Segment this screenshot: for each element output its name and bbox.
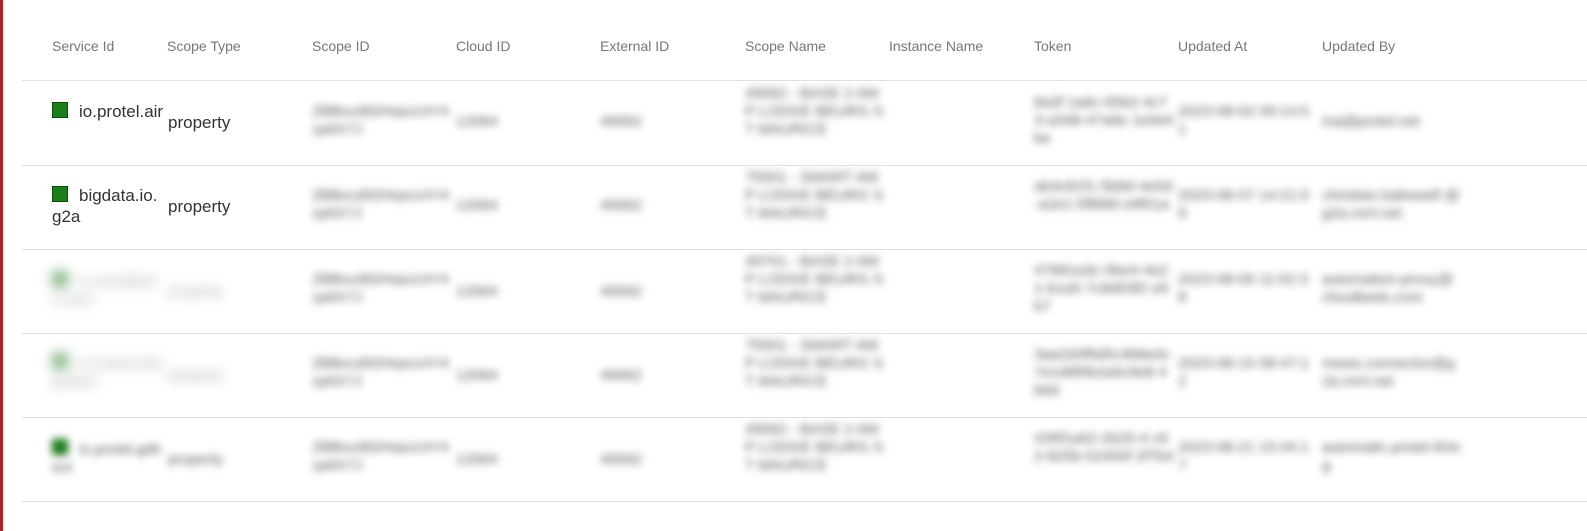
header-updated-at[interactable]: Updated At bbox=[1178, 38, 1247, 54]
updated-by-cell: mews.connector@g2a.mrrl.net bbox=[1322, 355, 1455, 390]
external-id-cell: 49062 bbox=[600, 451, 642, 468]
token-cell: 8a3f 1a6c-65b2-4c73-a348-47a6e 1e0e9be bbox=[1034, 94, 1174, 147]
updated-by-cell: ina@protel.net bbox=[1322, 113, 1420, 130]
updated-by-cell: christian.bakewell @g2a.mrrl.net bbox=[1322, 187, 1460, 222]
status-indicator bbox=[52, 102, 68, 118]
header-updated-by[interactable]: Updated By bbox=[1322, 38, 1395, 54]
cloud-id-cell: 12064 bbox=[456, 197, 498, 214]
table-header: Service Id Scope Type Scope ID Cloud ID … bbox=[22, 0, 1587, 81]
left-accent-rule bbox=[0, 0, 3, 531]
service-id-cell: bigdata.io.g2a bbox=[52, 186, 158, 226]
scope-id-cell: ZBBxcd92Hrpo14Y4zp6X7J bbox=[312, 271, 449, 306]
token-cell: 47681a3c-0be4-4e2 1-b1a5-7c8d03f2 e9b7 bbox=[1034, 262, 1169, 315]
scope-name-cell: 49062 - BASE 2 AMP LODGE BEURG ST MAURIC… bbox=[745, 85, 884, 138]
updated-at-cell: 2023-08-15 08:47:12 bbox=[1178, 355, 1309, 390]
table-row[interactable]: bigdata.io.g2a property ZBBxcd92Hrpo14Y4… bbox=[22, 165, 1587, 250]
table-row[interactable]: io.mews.integration property ZBBxcd92Hrp… bbox=[22, 333, 1587, 418]
cloud-id-cell: 12064 bbox=[456, 283, 498, 300]
scope-type-cell: property bbox=[168, 451, 224, 468]
header-instance-name[interactable]: Instance Name bbox=[889, 38, 983, 54]
scope-type-cell: property bbox=[168, 113, 231, 132]
scope-name-cell: 75501 - SMART AMP LODGE BEURG ST MAURICE bbox=[745, 169, 884, 222]
scope-id-cell: ZBBxcd92Hrpo14Y4zp6X7J bbox=[312, 355, 449, 390]
header-cloud-id[interactable]: Cloud ID bbox=[456, 38, 510, 54]
service-id-cell: io.protel.air bbox=[52, 101, 164, 122]
status-indicator bbox=[52, 186, 68, 202]
table-row[interactable]: io.protel.gdirect property ZBBxcd92Hrpo1… bbox=[22, 417, 1587, 502]
table-row[interactable]: io.cloudbeds.sync property ZBBxcd92Hrpo1… bbox=[22, 249, 1587, 334]
updated-at-cell: 2023-08-02 09:14:51 bbox=[1178, 103, 1309, 138]
scope-id-cell: ZBBxcd92Hrpo14Y4zp6X7J bbox=[312, 103, 449, 138]
token-cell: ab4c81f1-5b8d-4e5d-a2e1-5f86fd e9f01a bbox=[1034, 178, 1173, 213]
external-id-cell: 49062 bbox=[600, 283, 642, 300]
scope-type-cell: property bbox=[168, 197, 231, 216]
updated-at-cell: 2023-08-09 11:02:38 bbox=[1178, 271, 1308, 306]
scope-type-cell: property bbox=[168, 283, 224, 300]
external-id-cell: 49062 bbox=[600, 113, 642, 130]
status-indicator bbox=[52, 439, 68, 455]
header-scope-type[interactable]: Scope Type bbox=[167, 38, 241, 54]
token-cell: 439f1a62-2b25-4 c62-825b-52450f 2f7b4 bbox=[1034, 430, 1174, 465]
cloud-id-cell: 12064 bbox=[456, 113, 498, 130]
token-cell: 3aa1b0f6d5c4b8a3c7e1d6f0b2a5c9e8 4b6d bbox=[1034, 346, 1170, 399]
cloud-id-cell: 12064 bbox=[456, 451, 498, 468]
status-indicator bbox=[52, 271, 68, 287]
status-indicator bbox=[52, 353, 68, 369]
scope-type-cell: property bbox=[168, 367, 224, 384]
service-id-cell: io.mews.integration bbox=[52, 353, 163, 390]
scope-name-cell: 49701 - BASE 2 AMP LODGE BEURG ST MAURIC… bbox=[745, 253, 884, 306]
updated-at-cell: 2023-08-07 14:21:09 bbox=[1178, 187, 1309, 222]
external-id-cell: 49062 bbox=[600, 367, 642, 384]
header-service-id[interactable]: Service Id bbox=[52, 38, 114, 54]
updated-at-cell: 2023-08-21 15:44:17 bbox=[1178, 439, 1309, 474]
scope-name-cell: 75501 - SMART AMP LODGE BEURG ST MAURICE bbox=[745, 337, 884, 390]
header-scope-id[interactable]: Scope ID bbox=[312, 38, 370, 54]
external-id-cell: 49062 bbox=[600, 197, 642, 214]
service-id-cell: io.cloudbeds.sync bbox=[52, 271, 156, 308]
table-row[interactable]: io.protel.air property ZBBxcd92Hrpo14Y4z… bbox=[22, 81, 1587, 166]
updated-by-cell: automation-proxy@ cloudbeds.com bbox=[1322, 271, 1454, 306]
updated-by-cell: automatic.protel-ifclog bbox=[1322, 439, 1461, 474]
cloud-id-cell: 12064 bbox=[456, 367, 498, 384]
scope-id-cell: ZBBxcd92Hrpo14Y4zp6X7J bbox=[312, 187, 449, 222]
scope-name-cell: 49062 - BASE 2 AMP LODGE BEURG ST MAURIC… bbox=[745, 421, 884, 474]
header-token[interactable]: Token bbox=[1034, 38, 1071, 54]
scope-id-cell: ZBBxcd92Hrpo14Y4zp6X7J bbox=[312, 439, 449, 474]
header-external-id[interactable]: External ID bbox=[600, 38, 669, 54]
header-scope-name[interactable]: Scope Name bbox=[745, 38, 826, 54]
service-id-cell: io.protel.gdirect bbox=[52, 439, 162, 476]
